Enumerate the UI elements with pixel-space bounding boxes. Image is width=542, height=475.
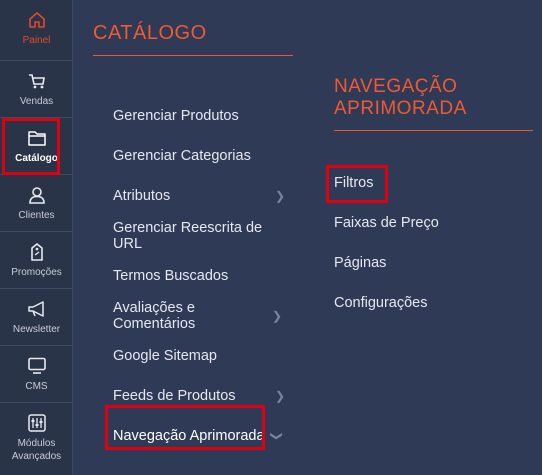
highlight-box (105, 405, 265, 450)
submenu-item-paginas[interactable]: Páginas (334, 243, 524, 283)
highlight-box (326, 165, 388, 203)
menu-item-atributos[interactable]: Atributos ❯ (113, 176, 293, 216)
menu-item-label: Feeds de Produtos (113, 388, 236, 404)
sidebar-item-clientes[interactable]: Clientes (0, 175, 73, 232)
submenu-item-label: Faixas de Preço (334, 215, 439, 231)
sidebar-item-label: Clientes (18, 210, 55, 221)
sidebar-item-label: Módulos Avançados (11, 438, 62, 462)
tag-icon (30, 242, 44, 262)
user-icon (28, 185, 46, 205)
chevron-right-icon: ❯ (274, 189, 285, 203)
menu-item-label: Gerenciar Reescrita de URL (113, 220, 263, 252)
sliders-icon (27, 413, 46, 433)
sidebar-item-vendas[interactable]: Vendas (0, 61, 73, 118)
cart-icon (28, 71, 46, 91)
home-icon (28, 10, 46, 30)
menu-item-reescrita-url[interactable]: Gerenciar Reescrita de URL (113, 216, 293, 256)
chevron-down-icon: ❯ (269, 430, 284, 442)
divider (93, 55, 293, 56)
sidebar-item-painel[interactable]: Painel (0, 0, 73, 61)
monitor-icon (27, 356, 47, 376)
submenu-item-faixas-preco[interactable]: Faixas de Preço (334, 203, 524, 243)
menu-item-label: Gerenciar Produtos (113, 108, 239, 124)
catalog-heading: CATÁLOGO (93, 22, 207, 44)
admin-sidebar: Painel Vendas Catálogo Clientes Promoçõe… (0, 0, 73, 475)
menu-item-avaliacoes[interactable]: Avaliações e Comentários ❯ (113, 296, 293, 336)
submenu-item-label: Páginas (334, 255, 387, 271)
sidebar-item-cms[interactable]: CMS (0, 346, 73, 403)
sidebar-item-label: Vendas (19, 96, 54, 107)
megaphone-icon (27, 299, 47, 319)
menu-item-label: Avaliações e Comentários (113, 300, 196, 332)
sidebar-item-label: CMS (25, 381, 48, 392)
sidebar-item-promocoes[interactable]: Promoções (0, 232, 73, 289)
menu-item-google-sitemap[interactable]: Google Sitemap (113, 336, 293, 376)
chevron-right-icon: ❯ (271, 309, 282, 323)
sidebar-item-label: Newsletter (12, 324, 61, 335)
divider (334, 130, 533, 131)
sidebar-item-newsletter[interactable]: Newsletter (0, 289, 73, 346)
catalog-menu: Gerenciar Produtos Gerenciar Categorias … (113, 96, 293, 456)
chevron-right-icon: ❯ (274, 389, 285, 403)
menu-item-label: Gerenciar Categorias (113, 148, 251, 164)
menu-item-label: Google Sitemap (113, 348, 217, 364)
submenu-item-label: Configurações (334, 295, 428, 311)
menu-item-termos-buscados[interactable]: Termos Buscados (113, 256, 293, 296)
menu-item-gerenciar-produtos[interactable]: Gerenciar Produtos (113, 96, 293, 136)
highlight-box (2, 118, 60, 175)
menu-item-label: Atributos (113, 188, 171, 204)
submenu-item-configuracoes[interactable]: Configurações (334, 283, 524, 323)
submenu-heading: NAVEGAÇÃO APRIMORADA (334, 76, 467, 119)
menu-item-gerenciar-categorias[interactable]: Gerenciar Categorias (113, 136, 293, 176)
sidebar-item-modulos-avancados[interactable]: Módulos Avançados (0, 403, 73, 475)
menu-item-label: Termos Buscados (113, 268, 229, 284)
sidebar-item-label: Painel (22, 35, 51, 46)
sidebar-item-label: Promoções (11, 267, 62, 278)
